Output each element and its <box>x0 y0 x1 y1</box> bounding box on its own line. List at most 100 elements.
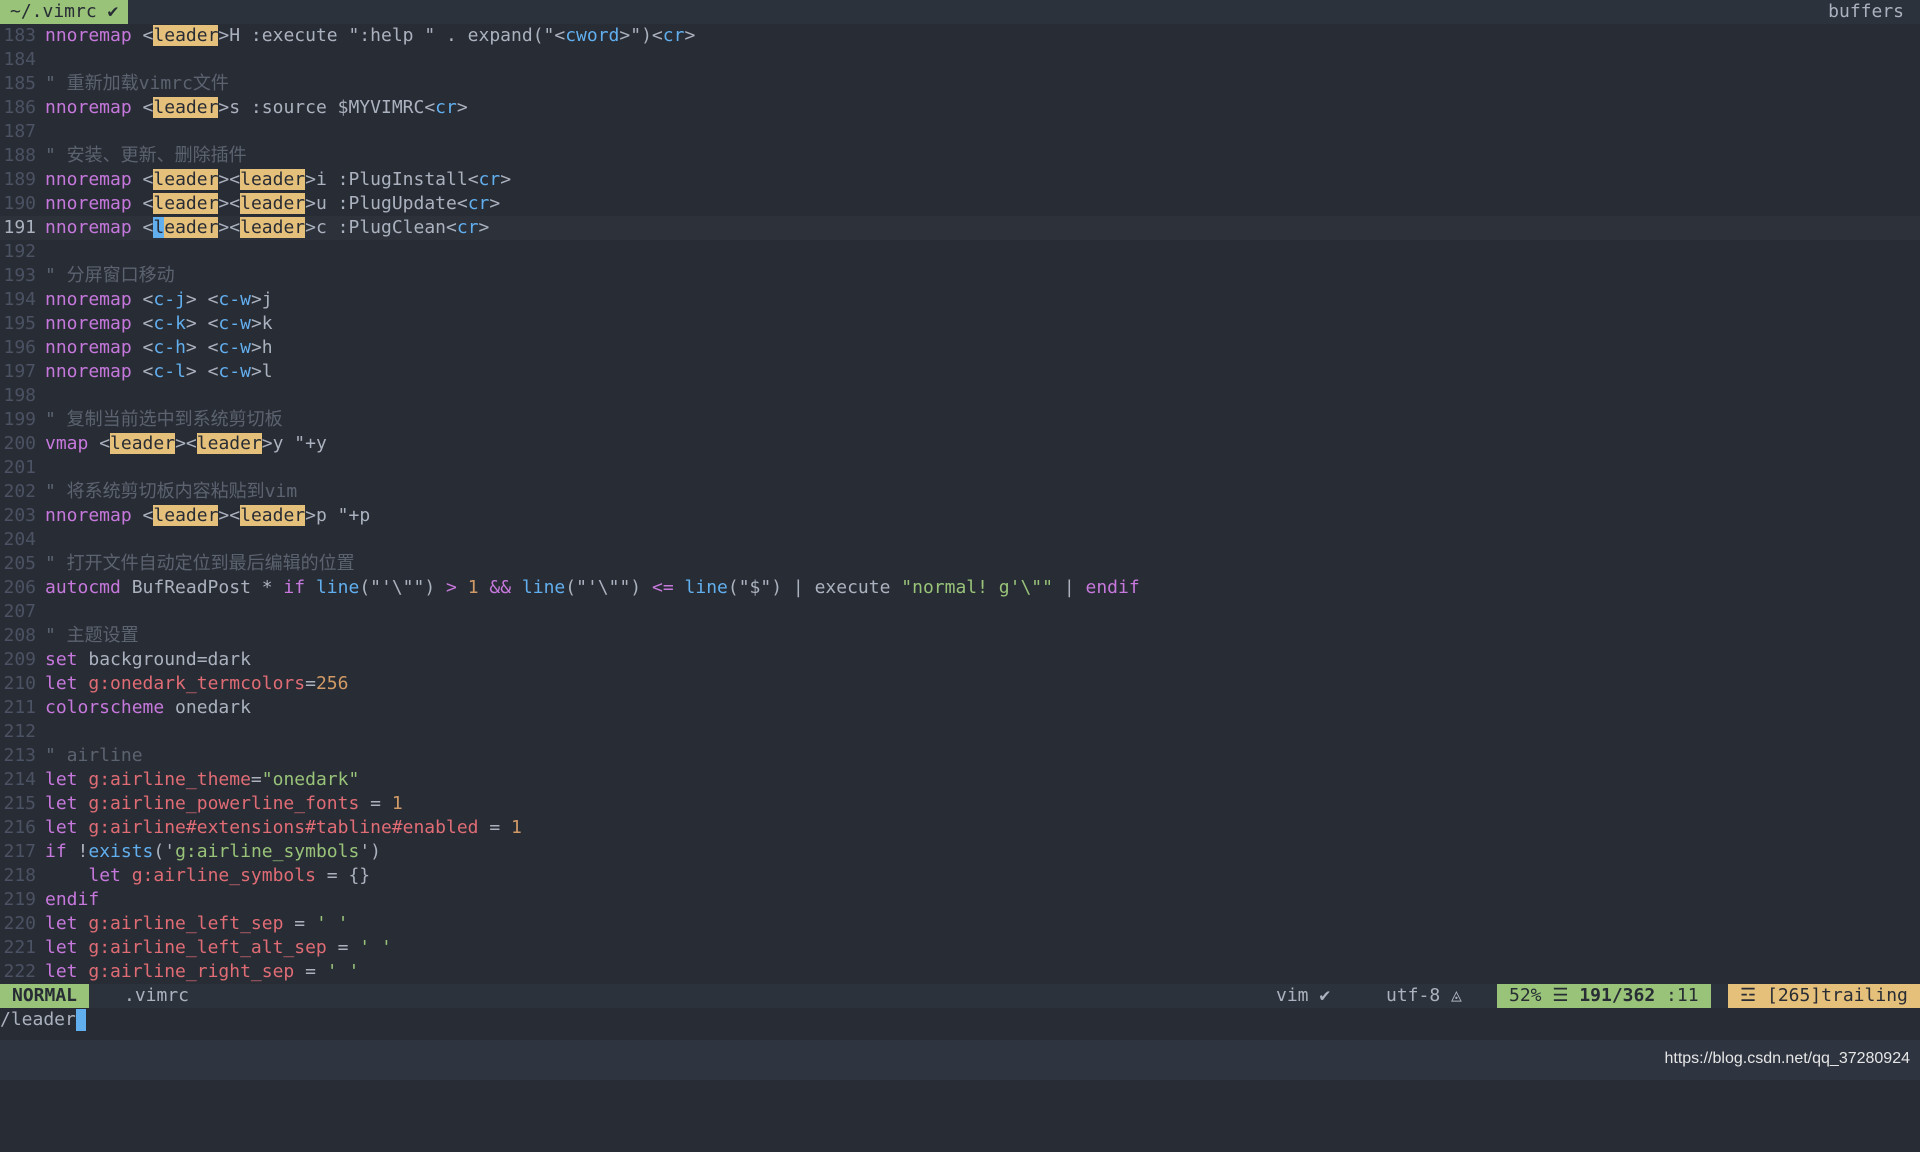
code-token: leader <box>153 193 219 214</box>
code-token: >< <box>218 217 241 238</box>
code-line[interactable]: 212 <box>0 720 1920 744</box>
code-token: ("'\"") <box>359 577 447 598</box>
line-number: 204 <box>3 529 36 550</box>
code-token: exists <box>88 841 154 862</box>
line-content: nnoremap <leader>s :source $MYVIMRC<cr> <box>45 97 468 118</box>
code-token: c-j <box>153 289 186 310</box>
code-token: ' ' <box>359 937 392 958</box>
line-number: 214 <box>3 769 36 790</box>
code-token: ("$") | execute <box>727 577 902 598</box>
code-token: nnoremap <box>45 217 132 238</box>
code-line[interactable]: 197 nnoremap <c-l> <c-w>l <box>0 360 1920 384</box>
code-token: if <box>45 841 67 862</box>
line-number: 188 <box>3 145 36 166</box>
code-line[interactable]: 214 let g:airline_theme="onedark" <box>0 768 1920 792</box>
code-line[interactable]: 205 " 打开文件自动定位到最后编辑的位置 <box>0 552 1920 576</box>
code-line[interactable]: 195 nnoremap <c-k> <c-w>k <box>0 312 1920 336</box>
code-line[interactable]: 185 " 重新加载vimrc文件 <box>0 72 1920 96</box>
command-line[interactable]: /leader <box>0 1008 86 1032</box>
line-number: 221 <box>3 937 36 958</box>
code-token: > < <box>185 337 219 358</box>
line-number: 203 <box>3 505 36 526</box>
code-line[interactable]: 184 <box>0 48 1920 72</box>
code-line[interactable]: 222 let g:airline_right_sep = ' ' <box>0 960 1920 984</box>
line-number: 208 <box>3 625 36 646</box>
code-token: nnoremap <box>45 193 132 214</box>
code-token: onedark <box>164 697 251 718</box>
tab-vimrc[interactable]: ~/.vimrc ✔ <box>0 0 129 24</box>
code-line[interactable]: 207 <box>0 600 1920 624</box>
code-line[interactable]: 189 nnoremap <leader><leader>i :PlugInsta… <box>0 168 1920 192</box>
line-number: 222 <box>3 961 36 982</box>
code-line[interactable]: 187 <box>0 120 1920 144</box>
code-line[interactable]: 186 nnoremap <leader>s :source $MYVIMRC<c… <box>0 96 1920 120</box>
code-token: >< <box>218 193 241 214</box>
code-token: >< <box>218 505 241 526</box>
code-line[interactable]: 183 nnoremap <leader>H :execute ":help " … <box>0 24 1920 48</box>
line-number: 187 <box>3 121 36 142</box>
code-line[interactable]: 193 " 分屏窗口移动 <box>0 264 1920 288</box>
code-line[interactable]: 188 " 安装、更新、删除插件 <box>0 144 1920 168</box>
code-line[interactable]: 217 if !exists('g:airline_symbols') <box>0 840 1920 864</box>
code-token: c-l <box>153 361 186 382</box>
code-line[interactable]: 204 <box>0 528 1920 552</box>
bottom-strip <box>0 1040 1920 1080</box>
code-token: " 重新加载vimrc文件 <box>45 73 229 94</box>
line-number: 191 <box>3 217 36 238</box>
code-line[interactable]: 206 autocmd BufReadPost * if line("'\"") … <box>0 576 1920 600</box>
code-token: g:airline_right_sep <box>88 961 295 982</box>
code-token: cr <box>456 217 479 238</box>
editor-buffer[interactable]: 183 nnoremap <leader>H :execute ":help " … <box>0 24 1920 984</box>
code-token: c-w <box>218 337 251 358</box>
code-line[interactable]: 201 <box>0 456 1920 480</box>
code-line[interactable]: 202 " 将系统剪切板内容粘贴到vim <box>0 480 1920 504</box>
code-token: | <box>1052 577 1086 598</box>
code-line[interactable]: 216 let g:airline#extensions#tabline#enab… <box>0 816 1920 840</box>
code-line[interactable]: 208 " 主题设置 <box>0 624 1920 648</box>
code-line[interactable]: 219 endif <box>0 888 1920 912</box>
code-token: let <box>45 817 78 838</box>
code-token: g:airline#extensions#tabline#enabled <box>88 817 479 838</box>
modified-check-icon: ✔ <box>107 1 119 22</box>
code-token: ' ' <box>315 913 349 934</box>
code-line[interactable]: 198 <box>0 384 1920 408</box>
code-line[interactable]: 203 nnoremap <leader><leader>p "+p <box>0 504 1920 528</box>
code-token: " 安装、更新、删除插件 <box>45 145 247 166</box>
code-token: " 将系统剪切板内容粘贴到vim <box>45 481 298 502</box>
code-line[interactable]: 190 nnoremap <leader><leader>u :PlugUpdat… <box>0 192 1920 216</box>
code-line[interactable]: 218 let g:airline_symbols = {} <box>0 864 1920 888</box>
code-token: let <box>45 937 78 958</box>
code-token: (' <box>153 841 176 862</box>
code-line[interactable]: 191 nnoremap <leader><leader>c :PlugClean… <box>0 216 1920 240</box>
code-line[interactable]: 210 let g:onedark_termcolors=256 <box>0 672 1920 696</box>
status-filename: .vimrc <box>124 985 190 1006</box>
line-number: 199 <box>3 409 36 430</box>
code-line[interactable]: 192 <box>0 240 1920 264</box>
code-line[interactable]: 220 let g:airline_left_sep = ' ' <box>0 912 1920 936</box>
code-token: = <box>478 817 512 838</box>
linux-icon: ◬ <box>1440 985 1462 1006</box>
code-token: > < <box>185 361 219 382</box>
code-token: > < <box>185 313 219 334</box>
code-line[interactable]: 221 let g:airline_left_alt_sep = ' ' <box>0 936 1920 960</box>
line-content: nnoremap <c-k> <c-w>k <box>45 313 273 334</box>
line-content: nnoremap <leader><leader>i :PlugInstall<… <box>45 169 511 190</box>
code-token: >u :PlugUpdate< <box>305 193 468 214</box>
code-line[interactable]: 211 colorscheme onedark <box>0 696 1920 720</box>
code-token: g:airline_left_sep <box>88 913 284 934</box>
code-line[interactable]: 200 vmap <leader><leader>y "+y <box>0 432 1920 456</box>
code-token: cword <box>565 25 620 46</box>
code-line[interactable]: 213 " airline <box>0 744 1920 768</box>
code-line[interactable]: 196 nnoremap <c-h> <c-w>h <box>0 336 1920 360</box>
code-line[interactable]: 215 let g:airline_powerline_fonts = 1 <box>0 792 1920 816</box>
code-token: >i :PlugInstall< <box>305 169 479 190</box>
code-token: let <box>45 793 78 814</box>
code-token: < <box>131 25 154 46</box>
code-line[interactable]: 199 " 复制当前选中到系统剪切板 <box>0 408 1920 432</box>
code-line[interactable]: 194 nnoremap <c-j> <c-w>j <box>0 288 1920 312</box>
code-line[interactable]: 209 set background=dark <box>0 648 1920 672</box>
code-token: c-h <box>153 337 186 358</box>
